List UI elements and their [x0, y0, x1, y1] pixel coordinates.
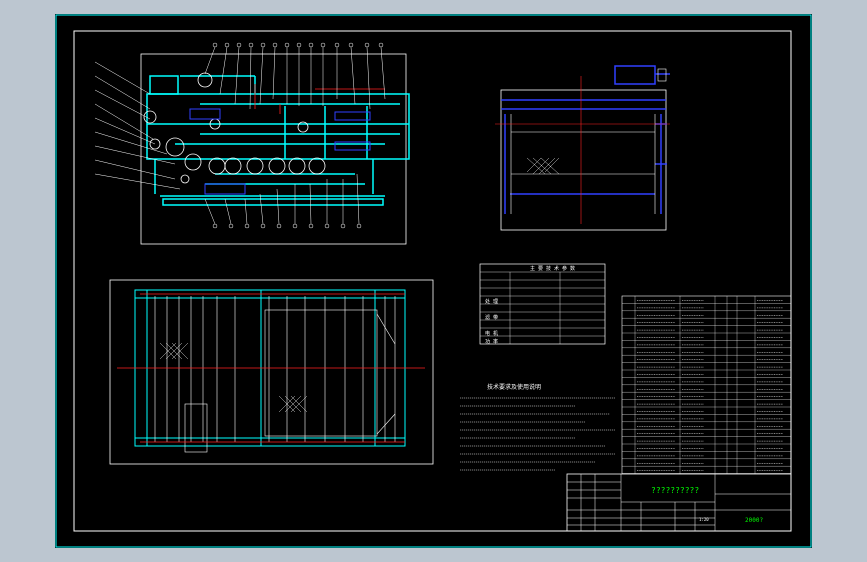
params-group-4: 功 率 — [485, 338, 498, 345]
front-view — [94, 42, 410, 245]
title-block: ?????????? 2000? 1:20 — [566, 473, 792, 532]
drawing-scale: 1:20 — [699, 517, 709, 522]
inner-frame — [73, 30, 792, 532]
plan-view-outline — [109, 279, 434, 465]
tech-notes-title: 技术要求及使用说明 — [487, 383, 541, 391]
drawing-title: ?????????? — [651, 486, 699, 495]
cad-canvas: 主 要 技 术 参 数 处 理 滤 带 电 机 功 率 技术要求及使用说明 ??… — [55, 14, 812, 548]
side-view-outline — [500, 89, 667, 231]
plan-view — [109, 279, 434, 465]
params-group-3: 电 机 — [485, 330, 498, 337]
drawing-number: 2000? — [745, 517, 763, 524]
bill-of-materials-table — [621, 295, 792, 474]
drawing-viewport: 主 要 技 术 参 数 处 理 滤 带 电 机 功 率 技术要求及使用说明 ??… — [0, 0, 867, 562]
outer-border — [55, 14, 812, 548]
parameters-table: 主 要 技 术 参 数 处 理 滤 带 电 机 功 率 — [479, 263, 606, 345]
drawing-sheet: 主 要 技 术 参 数 处 理 滤 带 电 机 功 率 技术要求及使用说明 ??… — [55, 14, 812, 548]
params-group-2: 滤 带 — [485, 314, 498, 321]
side-view — [495, 65, 670, 231]
params-table-header: 主 要 技 术 参 数 — [530, 265, 575, 272]
technical-notes: 技术要求及使用说明 — [460, 383, 615, 471]
params-group-1: 处 理 — [485, 298, 498, 305]
